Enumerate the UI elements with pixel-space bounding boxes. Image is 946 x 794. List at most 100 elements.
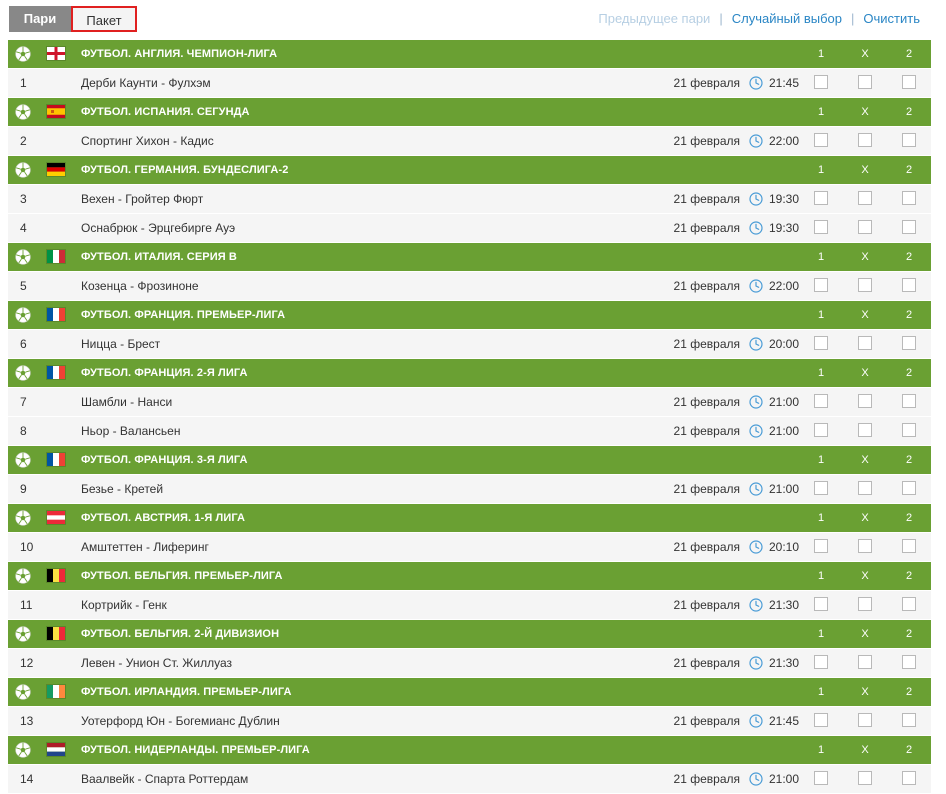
outcome-x-checkbox[interactable] [858,278,872,292]
tab-paket[interactable]: Пакет [71,6,137,32]
outcome-1-checkbox[interactable] [814,713,828,727]
outcome-2-checkbox[interactable] [902,539,916,553]
league-name: ФУТБОЛ. ФРАНЦИЯ. 2-Я ЛИГА [81,367,248,379]
clock-icon [749,221,763,235]
netherlands-flag-icon [47,743,65,756]
match-number: 10 [20,540,34,554]
clock-icon [749,772,763,786]
outcome-1-checkbox[interactable] [814,597,828,611]
soccer-ball-icon [15,684,31,700]
link-separator: | [851,11,855,26]
match-teams: Левен - Унион Ст. Жиллуаз [81,656,232,670]
outcome-2-checkbox[interactable] [902,597,916,611]
austria-flag-icon [47,511,65,524]
match-number: 9 [20,482,27,496]
odds-header-x: X [861,454,869,466]
outcome-2-checkbox[interactable] [902,220,916,234]
outcome-1-checkbox[interactable] [814,133,828,147]
match-date: 21 февраля [673,192,740,206]
outcome-x-checkbox[interactable] [858,713,872,727]
match-date: 21 февраля [673,395,740,409]
odds-header-1: 1 [817,48,825,60]
outcome-1-checkbox[interactable] [814,481,828,495]
match-row: 10 Амштеттен - Лиферинг 21 февраля 20:10 [8,533,931,562]
odds-header-1: 1 [817,570,825,582]
outcome-x-checkbox[interactable] [858,771,872,785]
outcome-1-checkbox[interactable] [814,336,828,350]
outcome-x-checkbox[interactable] [858,481,872,495]
match-time: 21:45 [769,76,800,90]
match-time: 21:30 [769,598,800,612]
league-header: ФУТБОЛ. ФРАНЦИЯ. ПРЕМЬЕР-ЛИГА 1 X 2 [8,301,931,329]
outcome-1-checkbox[interactable] [814,655,828,669]
match-date: 21 февраля [673,337,740,351]
outcome-1-checkbox[interactable] [814,539,828,553]
odds-header-x: X [861,744,869,756]
outcome-x-checkbox[interactable] [858,423,872,437]
soccer-ball-icon [15,46,31,62]
top-bar: Пари Пакет Предыдущее пари | Случайный выб… [0,0,946,40]
france-flag-icon [47,453,65,466]
clock-icon [749,714,763,728]
outcome-2-checkbox[interactable] [902,771,916,785]
match-teams: Шамбли - Нанси [81,395,173,409]
outcome-1-checkbox[interactable] [814,771,828,785]
random-choice-link[interactable]: Случайный выбор [732,11,842,26]
soccer-ball-icon [15,626,31,642]
outcome-2-checkbox[interactable] [902,191,916,205]
match-time: 22:00 [769,134,800,148]
outcome-x-checkbox[interactable] [858,539,872,553]
outcome-1-checkbox[interactable] [814,220,828,234]
outcome-x-checkbox[interactable] [858,655,872,669]
soccer-ball-icon [15,568,31,584]
league-name: ФУТБОЛ. ГЕРМАНИЯ. БУНДЕСЛИГА-2 [81,164,289,176]
outcome-x-checkbox[interactable] [858,133,872,147]
outcome-x-checkbox[interactable] [858,75,872,89]
outcome-1-checkbox[interactable] [814,278,828,292]
match-time: 19:30 [769,221,800,235]
outcome-2-checkbox[interactable] [902,336,916,350]
match-number: 14 [20,772,34,786]
match-number: 12 [20,656,34,670]
match-date: 21 февраля [673,134,740,148]
match-number: 4 [20,221,27,235]
outcome-1-checkbox[interactable] [814,394,828,408]
outcome-2-checkbox[interactable] [902,278,916,292]
match-number: 1 [20,76,27,90]
events-list: ФУТБОЛ. АНГЛИЯ. ЧЕМПИОН-ЛИГА 1 X 2 1 Дерби Ка… [8,40,931,794]
previous-bet-link[interactable]: Предыдущее пари [598,11,710,26]
match-teams: Дерби Каунти - Фулхэм [81,76,211,90]
outcome-2-checkbox[interactable] [902,713,916,727]
match-date: 21 февраля [673,424,740,438]
odds-header-x: X [861,367,869,379]
clock-icon [749,424,763,438]
outcome-2-checkbox[interactable] [902,133,916,147]
outcome-x-checkbox[interactable] [858,220,872,234]
outcome-1-checkbox[interactable] [814,423,828,437]
odds-header-1: 1 [817,106,825,118]
outcome-2-checkbox[interactable] [902,655,916,669]
outcome-1-checkbox[interactable] [814,75,828,89]
clock-icon [749,279,763,293]
odds-header-1: 1 [817,744,825,756]
outcome-2-checkbox[interactable] [902,75,916,89]
outcome-x-checkbox[interactable] [858,597,872,611]
outcome-x-checkbox[interactable] [858,336,872,350]
outcome-2-checkbox[interactable] [902,423,916,437]
germany-flag-icon [47,163,65,176]
outcome-1-checkbox[interactable] [814,191,828,205]
odds-header-2: 2 [905,744,913,756]
league-name: ФУТБОЛ. АНГЛИЯ. ЧЕМПИОН-ЛИГА [81,48,278,60]
match-number: 8 [20,424,27,438]
outcome-x-checkbox[interactable] [858,191,872,205]
odds-header-2: 2 [905,367,913,379]
outcome-2-checkbox[interactable] [902,481,916,495]
match-row: 1 Дерби Каунти - Фулхэм 21 февраля 21:45 [8,69,931,98]
tab-pari[interactable]: Пари [9,6,71,32]
outcome-2-checkbox[interactable] [902,394,916,408]
clear-link[interactable]: Очистить [863,11,920,26]
match-number: 5 [20,279,27,293]
outcome-x-checkbox[interactable] [858,394,872,408]
league-name: ФУТБОЛ. НИДЕРЛАНДЫ. ПРЕМЬЕР-ЛИГА [81,744,310,756]
match-date: 21 февраля [673,714,740,728]
